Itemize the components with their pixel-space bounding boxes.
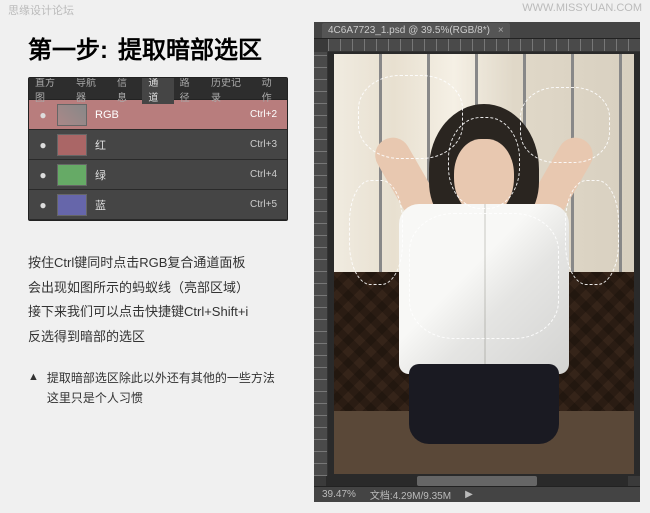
visibility-icon[interactable]: ●	[29, 138, 57, 152]
canvas-area[interactable]	[328, 52, 640, 476]
tab-actions[interactable]: 动作	[256, 77, 287, 104]
skirt	[409, 364, 559, 444]
tab-paths[interactable]: 路径	[174, 77, 205, 104]
channel-row-rgb[interactable]: ● RGBCtrl+2	[29, 100, 287, 130]
scrollbar-horizontal[interactable]	[314, 476, 640, 486]
panel-tabs: 直方图 导航器 信息 通道 路径 历史记录 动作	[29, 78, 287, 100]
step-number: 第一步:	[28, 37, 108, 64]
channel-row-b[interactable]: ● 蓝Ctrl+5	[29, 190, 287, 220]
desc-line-2: 会出现如图所示的蚂蚁线（亮部区域）	[28, 276, 288, 301]
channel-row-r[interactable]: ● 红Ctrl+3	[29, 130, 287, 160]
tab-histogram[interactable]: 直方图	[29, 77, 70, 104]
visibility-icon[interactable]: ●	[29, 108, 57, 122]
channel-name: 蓝	[95, 197, 250, 213]
status-bar: 39.47% 文档:4.29M/9.35M ▶	[314, 486, 640, 502]
channel-shortcut: Ctrl+3	[250, 139, 277, 150]
document-tab[interactable]: 4C6A7723_1.psd @ 39.5%(RGB/8*) ×	[322, 23, 510, 38]
channel-thumbnail[interactable]	[57, 194, 87, 216]
ruler-vertical[interactable]	[314, 52, 328, 476]
photoshop-window: 4C6A7723_1.psd @ 39.5%(RGB/8*) ×	[314, 22, 640, 502]
selection-marquee	[409, 213, 559, 339]
visibility-icon[interactable]: ●	[29, 168, 57, 182]
status-arrow-icon[interactable]: ▶	[465, 489, 473, 500]
desc-line-4: 反选得到暗部的选区	[28, 325, 288, 350]
channel-name: RGB	[95, 109, 250, 121]
tab-info[interactable]: 信息	[111, 77, 142, 104]
watermark-top-left: 思缘设计论坛	[8, 2, 74, 18]
tab-channels[interactable]: 通道	[142, 77, 173, 104]
note-line-2: 这里只是个人习惯	[47, 388, 275, 408]
close-icon[interactable]: ×	[498, 25, 504, 36]
channel-shortcut: Ctrl+4	[250, 169, 277, 180]
ruler-horizontal[interactable]	[328, 39, 640, 51]
scrollbar-track[interactable]	[326, 476, 628, 486]
selection-marquee	[349, 180, 403, 285]
tab-history[interactable]: 历史记录	[205, 77, 256, 104]
selection-marquee	[448, 117, 520, 209]
document-title: 4C6A7723_1.psd @ 39.5%(RGB/8*)	[328, 25, 490, 36]
channel-shortcut: Ctrl+2	[250, 109, 277, 120]
channel-row-g[interactable]: ● 绿Ctrl+4	[29, 160, 287, 190]
document-titlebar: 4C6A7723_1.psd @ 39.5%(RGB/8*) ×	[314, 22, 640, 39]
channel-name: 绿	[95, 167, 250, 183]
channel-name: 红	[95, 137, 250, 153]
zoom-level[interactable]: 39.47%	[322, 489, 356, 500]
visibility-icon[interactable]: ●	[29, 198, 57, 212]
selection-marquee	[520, 87, 610, 163]
selection-marquee	[565, 180, 619, 285]
desc-line-3: 接下来我们可以点击快捷键Ctrl+Shift+i	[28, 300, 288, 325]
note-text: ▲ 提取暗部选区除此以外还有其他的一些方法 这里只是个人习惯	[28, 368, 288, 409]
step-title: 第一步: 提取暗部选区	[28, 30, 288, 65]
selection-marquee	[358, 75, 463, 159]
channel-thumbnail[interactable]	[57, 134, 87, 156]
note-line-1: 提取暗部选区除此以外还有其他的一些方法	[47, 368, 275, 388]
tab-navigator[interactable]: 导航器	[70, 77, 111, 104]
description-text: 按住Ctrl键同时点击RGB复合通道面板 会出现如图所示的蚂蚁线（亮部区域） 接…	[28, 251, 288, 350]
scrollbar-thumb[interactable]	[417, 476, 538, 486]
doc-size: 文档:4.29M/9.35M	[370, 487, 451, 502]
channel-thumbnail[interactable]	[57, 104, 87, 126]
channels-panel: 直方图 导航器 信息 通道 路径 历史记录 动作 ●RGBCtrl+2●红Ctr…	[28, 77, 288, 221]
photo-canvas[interactable]	[334, 54, 634, 474]
instruction-column: 第一步: 提取暗部选区 直方图 导航器 信息 通道 路径 历史记录 动作 ● RGB…	[28, 30, 288, 409]
triangle-icon: ▲	[28, 368, 39, 409]
desc-line-1: 按住Ctrl键同时点击RGB复合通道面板	[28, 251, 288, 276]
channel-thumbnail[interactable]	[57, 164, 87, 186]
channel-shortcut: Ctrl+5	[250, 199, 277, 210]
watermark-top-right: WWW.MISSYUAN.COM	[522, 2, 642, 14]
step-text: 提取暗部选区	[118, 37, 262, 64]
